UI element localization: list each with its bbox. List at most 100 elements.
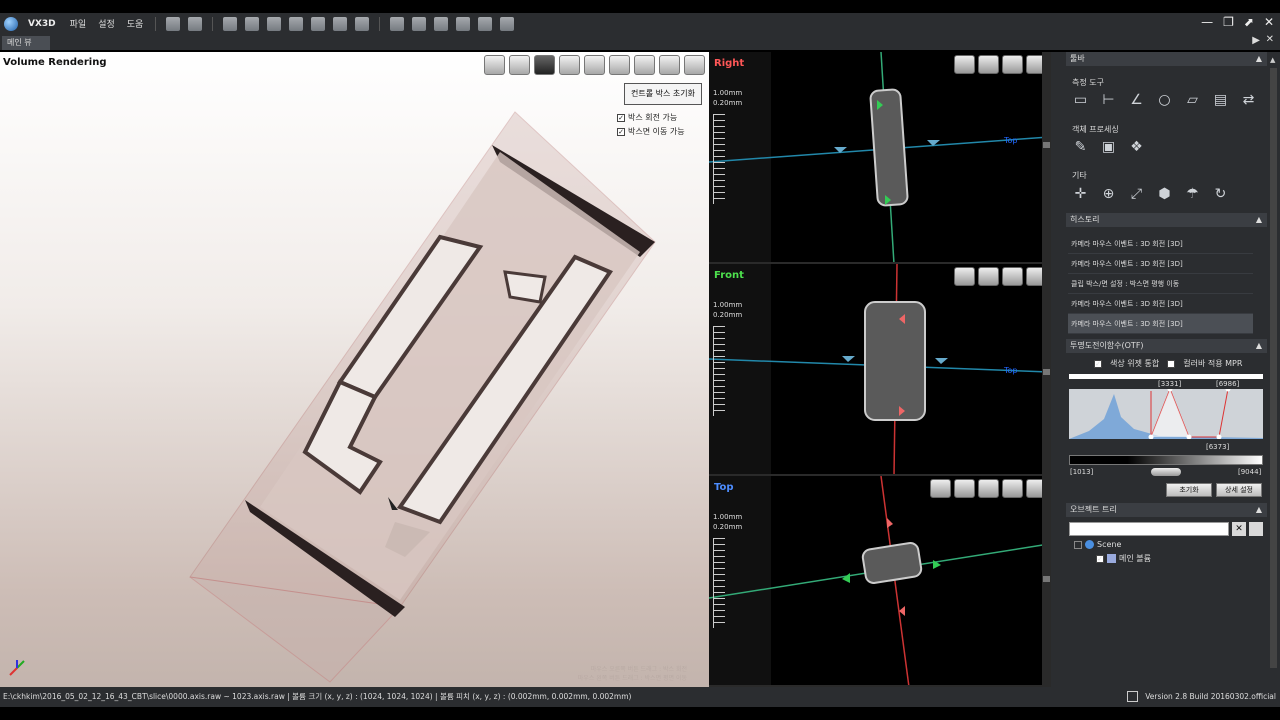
right-fit-icon[interactable] (954, 55, 975, 74)
clear-search-icon[interactable]: ✕ (1232, 522, 1246, 536)
edit-icon[interactable] (1127, 691, 1138, 702)
objects-icon[interactable]: ❖ (1128, 139, 1145, 156)
top-fit-icon[interactable] (930, 479, 951, 498)
front-fit-icon[interactable] (954, 267, 975, 286)
object-tree-search-input[interactable] (1069, 522, 1229, 536)
tab-close-all-icon[interactable]: ✕ (1266, 34, 1274, 45)
box-icon[interactable]: ⬢ (1156, 186, 1173, 203)
object-tree-section-header[interactable]: 오브젝트 트리 ▲ (1066, 503, 1267, 517)
angle-icon[interactable]: ∠ (1128, 92, 1145, 109)
tab-main-view[interactable]: 메인 뷰 (2, 36, 50, 50)
layers-icon[interactable] (584, 55, 605, 75)
dots-icon[interactable] (434, 16, 449, 31)
document-icon[interactable] (500, 16, 515, 31)
save-icon[interactable] (267, 16, 282, 31)
menu-settings[interactable]: 설정 (92, 17, 121, 30)
box-move-checkbox[interactable]: ✓ (617, 127, 625, 136)
zoom-icon[interactable]: ⊕ (1100, 186, 1117, 203)
scroll-up-icon[interactable]: ▲ (1270, 56, 1275, 64)
hand-icon[interactable] (634, 55, 655, 75)
open-files-icon[interactable] (245, 16, 260, 31)
cube-icon[interactable] (609, 55, 630, 75)
mpr-right-view[interactable]: Top Right 1.00mm 0.20mm (709, 52, 1051, 264)
redo-icon[interactable] (188, 16, 203, 31)
box-rotate-checkbox[interactable]: ✓ (617, 113, 625, 122)
history-item[interactable]: 클립 박스/면 설정 : 박스면 평행 이동 (1068, 274, 1253, 294)
right-view-scrollbar[interactable] (1042, 52, 1051, 262)
right-scroll-thumb[interactable] (1043, 142, 1050, 148)
transform-icon[interactable]: ⇄ (1240, 92, 1257, 109)
volume-mode-icon[interactable] (534, 55, 555, 75)
grid-icon[interactable] (412, 16, 427, 31)
top-view-scrollbar[interactable] (1042, 476, 1051, 685)
otf-histogram-graph[interactable] (1069, 389, 1263, 439)
collapse-icon[interactable]: ▲ (1256, 339, 1262, 353)
right-panel-scrollbar[interactable]: ▲ (1267, 52, 1280, 687)
expand-icon[interactable] (1074, 540, 1082, 549)
history-section-header[interactable]: 히스토리 ▲ (1066, 213, 1267, 227)
camera-reset-icon[interactable] (484, 55, 505, 75)
tree-options-icon[interactable] (1249, 522, 1263, 536)
clip-box-icon[interactable] (509, 55, 530, 75)
front-grid-icon[interactable] (978, 267, 999, 286)
front-layout-icon[interactable] (1002, 267, 1023, 286)
mpr-front-view[interactable]: Top Front 1.00mm 0.20mm (709, 264, 1051, 476)
color-widget-checkbox[interactable]: ✓ (1094, 359, 1102, 368)
scroll-track[interactable] (1270, 68, 1277, 668)
paint-icon[interactable]: ☂ (1184, 186, 1201, 203)
colorbar-mpr-checkbox[interactable] (1167, 359, 1176, 368)
otf-range-slider[interactable] (1151, 468, 1181, 476)
crosshair-icon[interactable]: ✛ (1072, 186, 1089, 203)
print-icon[interactable] (478, 16, 493, 31)
tab-scroll-right-icon[interactable]: ▶ (1252, 35, 1260, 46)
mpr-top-view[interactable]: Top 1.00mm 0.20mm (709, 476, 1051, 687)
top-scroll-thumb[interactable] (1043, 576, 1050, 582)
fit-view-icon[interactable] (684, 55, 705, 75)
tree-item-scene[interactable]: Scene (1074, 540, 1121, 549)
history-item[interactable]: 카메라 마우스 이벤트 : 3D 회전 [3D] (1068, 294, 1253, 314)
camera-icon[interactable] (333, 16, 348, 31)
otf-reset-button[interactable]: 초기화 (1166, 483, 1212, 497)
collapse-icon[interactable]: ▲ (1256, 503, 1262, 517)
tree-item-main-volume[interactable]: ✓ 메인 볼륨 (1096, 553, 1151, 564)
otf-detail-button[interactable]: 상세 설정 (1216, 483, 1262, 497)
menu-help[interactable]: 도움 (121, 17, 150, 30)
history-item[interactable]: 카메라 마우스 이벤트 : 3D 회전 [3D] (1068, 254, 1253, 274)
front-view-scrollbar[interactable] (1042, 264, 1051, 474)
toolbar-section-header[interactable]: 툴바 ▲ (1066, 52, 1267, 66)
polygon-icon[interactable]: ▱ (1184, 92, 1201, 109)
history-item[interactable]: 카메라 마우스 이벤트 : 3D 회전 [3D] (1068, 234, 1253, 254)
edit-icon[interactable] (289, 16, 304, 31)
distance-icon[interactable]: ⊢ (1100, 92, 1117, 109)
collapse-icon[interactable]: ▲ (1256, 52, 1262, 66)
circle-icon[interactable]: ○ (1156, 92, 1173, 109)
minimize-icon[interactable]: — (1201, 15, 1213, 29)
reset-icon[interactable]: ↻ (1212, 186, 1229, 203)
layout-icon[interactable] (390, 16, 405, 31)
menu-file[interactable]: 파일 (64, 17, 93, 30)
crop-icon[interactable]: ▣ (1100, 139, 1117, 156)
note-icon[interactable]: ▤ (1212, 92, 1229, 109)
top-grid-icon[interactable] (978, 479, 999, 498)
select-icon[interactable]: ⤢ (1128, 186, 1145, 203)
collapse-icon[interactable]: ▲ (1256, 213, 1262, 227)
transfer-icon[interactable] (559, 55, 580, 75)
top-layout-icon[interactable] (1002, 479, 1023, 498)
right-layout-icon[interactable] (1002, 55, 1023, 74)
main-volume-checkbox[interactable]: ✓ (1096, 554, 1104, 563)
right-grid-icon[interactable] (978, 55, 999, 74)
brush-icon[interactable]: ✎ (1072, 139, 1089, 156)
otf-section-header[interactable]: 투명도전이함수(OTF) ▲ (1066, 339, 1267, 353)
panel-splitter[interactable] (1051, 52, 1066, 687)
reset-control-box-button[interactable]: 컨트롤 박스 초기화 (624, 83, 702, 105)
open-folder-icon[interactable] (223, 16, 238, 31)
rotate-icon[interactable] (659, 55, 680, 75)
close-icon[interactable]: ✕ (1264, 15, 1274, 29)
top-list-icon[interactable] (954, 479, 975, 498)
restore-icon[interactable]: ❐ (1223, 15, 1234, 29)
volume-icon[interactable] (311, 16, 326, 31)
popout-icon[interactable]: ⬈ (1244, 15, 1254, 29)
otf-gradient-bar[interactable] (1069, 455, 1263, 465)
history-item-selected[interactable]: 카메라 마우스 이벤트 : 3D 회전 [3D] (1068, 314, 1253, 334)
sphere-icon[interactable] (355, 16, 370, 31)
